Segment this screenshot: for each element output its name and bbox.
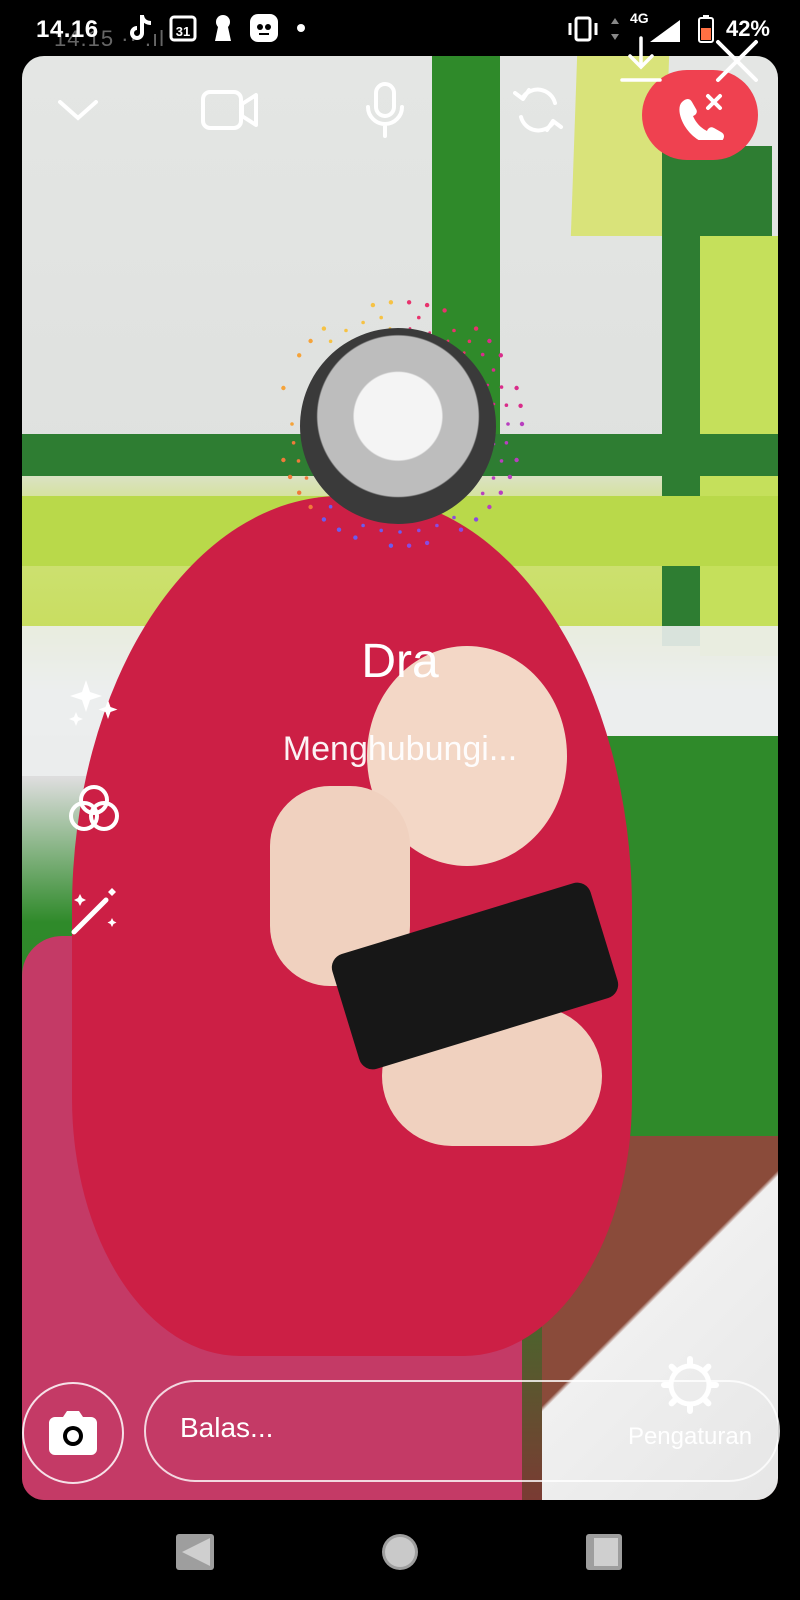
minimize-button[interactable] bbox=[48, 80, 108, 140]
microphone-icon bbox=[363, 81, 407, 139]
ring-dot bbox=[499, 353, 503, 357]
ring-dot bbox=[481, 492, 485, 496]
ring-dot bbox=[353, 535, 357, 539]
filter-circles-icon bbox=[66, 780, 122, 836]
effects-button[interactable] bbox=[62, 670, 126, 734]
ring-dot bbox=[379, 529, 383, 533]
ring-dot bbox=[520, 422, 524, 426]
app-mascot-icon bbox=[248, 12, 280, 44]
magic-wand-icon bbox=[66, 884, 122, 940]
download-icon[interactable] bbox=[618, 34, 664, 86]
switch-camera-icon bbox=[511, 83, 565, 137]
ring-dot bbox=[518, 404, 522, 408]
ring-dot bbox=[508, 475, 512, 479]
ring-dot bbox=[452, 516, 456, 520]
status-bar: 14.15 ·· .ıl 14.16 31 4G 42% bbox=[0, 0, 800, 56]
ring-dot bbox=[407, 544, 411, 548]
keyhole-icon bbox=[212, 13, 234, 43]
ring-dot bbox=[514, 386, 518, 390]
ring-dot bbox=[417, 529, 421, 533]
sparkles-icon bbox=[66, 674, 122, 730]
ring-dot bbox=[398, 530, 402, 534]
ring-dot bbox=[371, 303, 375, 307]
ring-dot bbox=[337, 528, 341, 532]
ring-dot bbox=[344, 329, 348, 333]
ring-dot bbox=[492, 368, 496, 372]
ring-dot bbox=[417, 316, 421, 320]
settings-button[interactable]: Pengaturan bbox=[620, 1356, 760, 1451]
ring-dot bbox=[500, 385, 504, 389]
chevron-down-icon bbox=[56, 96, 100, 124]
touch-up-button[interactable] bbox=[62, 880, 126, 944]
ring-dot bbox=[305, 476, 309, 480]
ring-dot bbox=[322, 326, 326, 330]
video-toggle-button[interactable] bbox=[200, 80, 260, 140]
ring-dot bbox=[389, 544, 393, 548]
ring-dot bbox=[468, 340, 472, 344]
ring-dot bbox=[499, 491, 503, 495]
camera-icon bbox=[45, 1409, 101, 1457]
ring-dot bbox=[281, 386, 285, 390]
ring-dot bbox=[459, 528, 463, 532]
ring-dot bbox=[329, 505, 333, 509]
svg-text:31: 31 bbox=[176, 24, 190, 39]
navigation-bar bbox=[0, 1516, 800, 1600]
tiktok-icon bbox=[126, 13, 154, 43]
ring-dot bbox=[329, 340, 333, 344]
home-icon[interactable] bbox=[378, 1530, 422, 1574]
ring-dot bbox=[308, 505, 312, 509]
ring-dot bbox=[297, 491, 301, 495]
ring-dot bbox=[487, 505, 491, 509]
back-icon[interactable] bbox=[174, 1530, 218, 1574]
ring-dot bbox=[425, 303, 429, 307]
ring-dot bbox=[322, 517, 326, 521]
ring-dot bbox=[288, 475, 292, 479]
ring-dot bbox=[506, 422, 510, 426]
ring-dot bbox=[407, 300, 411, 304]
ring-dot bbox=[442, 308, 446, 312]
ring-dot bbox=[281, 458, 285, 462]
ring-dot bbox=[361, 524, 365, 528]
close-icon[interactable] bbox=[712, 36, 762, 86]
end-call-icon bbox=[672, 90, 728, 140]
ring-dot bbox=[474, 517, 478, 521]
ring-dot bbox=[290, 422, 294, 426]
notification-icons: 31 bbox=[126, 12, 308, 44]
clock: 14.16 bbox=[36, 16, 99, 44]
switch-camera-button[interactable] bbox=[508, 80, 568, 140]
ring-dot bbox=[505, 441, 509, 445]
ring-dot bbox=[481, 353, 485, 357]
ring-dot bbox=[308, 339, 312, 343]
ring-dot bbox=[500, 459, 504, 463]
dot-icon bbox=[294, 21, 308, 35]
ring-dot bbox=[505, 403, 509, 407]
camera-preview bbox=[22, 56, 778, 1500]
ring-dot bbox=[379, 316, 383, 320]
ring-dot bbox=[492, 476, 496, 480]
ring-dot bbox=[452, 329, 456, 333]
ring-dot bbox=[514, 458, 518, 462]
ring-dot bbox=[361, 321, 365, 325]
reply-placeholder: Balas... bbox=[180, 1412, 273, 1444]
filters-button[interactable] bbox=[62, 776, 126, 840]
ring-dot bbox=[487, 339, 491, 343]
ring-dot bbox=[389, 300, 393, 304]
ring-dot bbox=[474, 326, 478, 330]
camera-button[interactable] bbox=[22, 1382, 124, 1484]
call-status: Menghubungi... bbox=[0, 730, 800, 769]
network-type: 4G bbox=[630, 10, 649, 26]
gear-icon bbox=[661, 1356, 719, 1414]
ring-dot bbox=[435, 524, 439, 528]
calendar-icon: 31 bbox=[168, 13, 198, 43]
ring-dot bbox=[292, 441, 296, 445]
video-camera-icon bbox=[200, 88, 260, 132]
settings-label: Pengaturan bbox=[620, 1423, 760, 1451]
mute-button[interactable] bbox=[355, 80, 415, 140]
recents-icon[interactable] bbox=[582, 1530, 626, 1574]
vibrate-icon bbox=[566, 15, 600, 43]
ring-dot bbox=[297, 353, 301, 357]
contact-avatar bbox=[300, 328, 496, 524]
ring-dot bbox=[425, 541, 429, 545]
ring-dot bbox=[297, 459, 301, 463]
